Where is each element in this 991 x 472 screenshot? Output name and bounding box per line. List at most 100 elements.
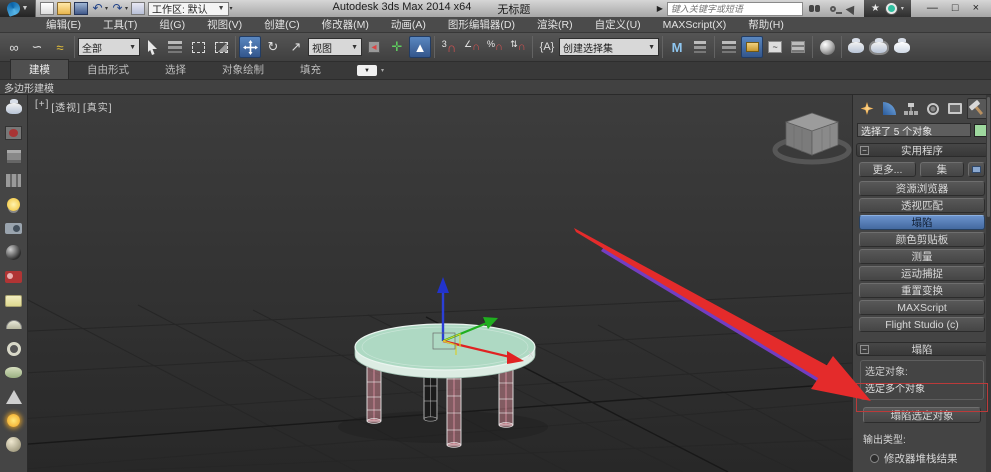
rendered-frame-window-icon[interactable] [868, 36, 890, 58]
help-icon[interactable] [886, 3, 897, 14]
modifier-stack-result-radio[interactable]: 修改器堆栈结果 [856, 446, 988, 466]
use-pivot-center-icon[interactable]: ◂ [363, 36, 385, 58]
perspective-match-button[interactable]: 透视匹配 [859, 198, 985, 213]
ribbon-tab-object-paint[interactable]: 对象绘制 [204, 60, 282, 79]
reset-xform-button[interactable]: 重置变换 [859, 283, 985, 298]
undo-dropdown-icon[interactable]: ▾ [105, 5, 108, 12]
measure-button[interactable]: 测量 [859, 249, 985, 264]
render-settings-list-icon[interactable] [3, 146, 24, 167]
configure-button-sets-icon[interactable] [968, 162, 985, 177]
ring-primitive-icon[interactable] [3, 338, 24, 359]
rectangular-selection-region-icon[interactable] [187, 36, 209, 58]
reference-coordinate-select[interactable]: 视图▼ [308, 38, 362, 56]
render-setup-icon[interactable] [845, 36, 867, 58]
menu-group[interactable]: 组(G) [149, 17, 195, 32]
bind-to-spacewarp-icon[interactable]: ≈ [49, 36, 71, 58]
redo-icon[interactable]: ↷ [111, 2, 124, 15]
flight-studio-button[interactable]: Flight Studio (c) [859, 317, 985, 332]
menu-graph-editors[interactable]: 图形编辑器(D) [438, 17, 525, 32]
close-button[interactable]: × [973, 1, 979, 16]
help-dropdown-icon[interactable]: ▾ [901, 5, 904, 12]
infocenter-expand-icon[interactable]: ▶ [657, 4, 663, 13]
menu-edit[interactable]: 编辑(E) [36, 17, 91, 32]
ribbon-toggle-icon[interactable] [741, 36, 763, 58]
create-tab-icon[interactable] [857, 98, 877, 119]
new-scene-icon[interactable] [40, 2, 54, 15]
select-and-scale-icon[interactable]: ↗ [285, 36, 307, 58]
mirror-icon[interactable]: M [666, 36, 688, 58]
ribbon-tab-selection[interactable]: 选择 [147, 60, 204, 79]
select-and-manipulate-icon[interactable]: ✛ [386, 36, 408, 58]
sphere-primitive-icon[interactable] [3, 434, 24, 455]
rendered-frame-icon[interactable] [3, 122, 24, 143]
utilities-rollout-header[interactable]: − 实用程序 [856, 143, 988, 157]
render-teapot-icon[interactable] [3, 98, 24, 119]
menu-rendering[interactable]: 渲染(R) [527, 17, 583, 32]
asset-browser-button[interactable]: 资源浏览器 [859, 181, 985, 196]
motion-capture-button[interactable]: 运动捕捉 [859, 266, 985, 281]
menu-maxscript[interactable]: MAXScript(X) [653, 19, 737, 31]
menu-modifiers[interactable]: 修改器(M) [312, 17, 379, 32]
named-selection-set-combo[interactable]: 创建选择集▼ [559, 38, 659, 56]
menu-customize[interactable]: 自定义(U) [585, 17, 651, 32]
ribbon-tab-freeform[interactable]: 自由形式 [69, 60, 147, 79]
edit-named-selection-sets-icon[interactable]: {A} [536, 36, 558, 58]
sun-light-icon[interactable] [3, 410, 24, 431]
sets-button[interactable]: 集 [920, 162, 964, 177]
spinner-snap-icon[interactable]: ⇅∩ [507, 36, 529, 58]
panel-scrollbar[interactable] [986, 95, 991, 472]
collapse-rollout-header[interactable]: − 塌陷 [856, 342, 988, 356]
collapse-utility-button[interactable]: 塌陷 [859, 215, 985, 230]
ribbon-tab-modeling[interactable]: 建模 [10, 59, 69, 79]
motion-tab-icon[interactable] [923, 98, 943, 119]
teapot-primitive-icon[interactable] [3, 362, 24, 383]
hierarchy-tab-icon[interactable] [901, 98, 921, 119]
menu-animation[interactable]: 动画(A) [381, 17, 436, 32]
viewport-menu-pov[interactable]: [透视] [51, 99, 81, 114]
material-editor-icon[interactable] [816, 36, 838, 58]
render-elements-grid-icon[interactable] [3, 170, 24, 191]
polygon-modeling-panel[interactable]: 多边形建模 [0, 80, 54, 95]
angle-snap-icon[interactable]: ∠∩ [461, 36, 483, 58]
object-name-field[interactable]: 选择了 5 个对象 [857, 123, 971, 137]
save-file-icon[interactable] [74, 2, 88, 15]
utilities-tab-icon[interactable] [967, 98, 987, 119]
sign-in-key-icon[interactable] [826, 2, 841, 16]
collapse-rollout-icon[interactable]: − [860, 146, 869, 155]
perspective-viewport[interactable]: X [+] [透视] [真实] [28, 95, 852, 472]
radio-unselected-icon[interactable] [870, 454, 879, 463]
plane-primitive-icon[interactable] [3, 290, 24, 311]
project-folder-icon[interactable] [131, 2, 145, 15]
render-production-icon[interactable] [891, 36, 913, 58]
layer-manager-icon[interactable] [718, 36, 740, 58]
select-object-icon[interactable] [141, 36, 163, 58]
schematic-view-icon[interactable] [787, 36, 809, 58]
collapse-selected-button[interactable]: 塌陷选定对象 [863, 407, 981, 423]
table-top[interactable] [355, 324, 535, 378]
display-tab-icon[interactable] [945, 98, 965, 119]
percent-snap-icon[interactable]: %∩ [484, 36, 506, 58]
menu-help[interactable]: 帮助(H) [738, 17, 794, 32]
maximize-button[interactable]: □ [952, 1, 959, 16]
snap-toggle-3d-icon[interactable]: 3∩ [438, 36, 460, 58]
color-clipboard-button[interactable]: 颜色剪贴板 [859, 232, 985, 247]
application-menu-button[interactable]: ▼ [0, 0, 36, 18]
selection-filter-select[interactable]: 全部▼ [78, 38, 140, 56]
workspace-selector[interactable]: 工作区: 默认 ▼ [148, 2, 229, 16]
select-and-move-icon[interactable] [239, 36, 261, 58]
window-crossing-icon[interactable] [210, 36, 232, 58]
modify-tab-icon[interactable] [879, 98, 899, 119]
curve-editor-icon[interactable]: ~ [764, 36, 786, 58]
search-icon[interactable] [807, 2, 822, 16]
redo-dropdown-icon[interactable]: ▾ [125, 5, 128, 12]
dome-primitive-icon[interactable] [3, 314, 24, 335]
open-file-icon[interactable] [57, 2, 71, 15]
cone-primitive-icon[interactable] [3, 386, 24, 407]
menu-create[interactable]: 创建(C) [254, 17, 310, 32]
mesh-radio[interactable]: 网格 [856, 466, 988, 472]
workspace-options-icon[interactable]: ▾ [230, 5, 233, 12]
light-bulb-icon[interactable] [3, 194, 24, 215]
menu-views[interactable]: 视图(V) [197, 17, 252, 32]
favorites-star-icon[interactable]: ★ [871, 3, 880, 14]
select-by-name-icon[interactable] [164, 36, 186, 58]
